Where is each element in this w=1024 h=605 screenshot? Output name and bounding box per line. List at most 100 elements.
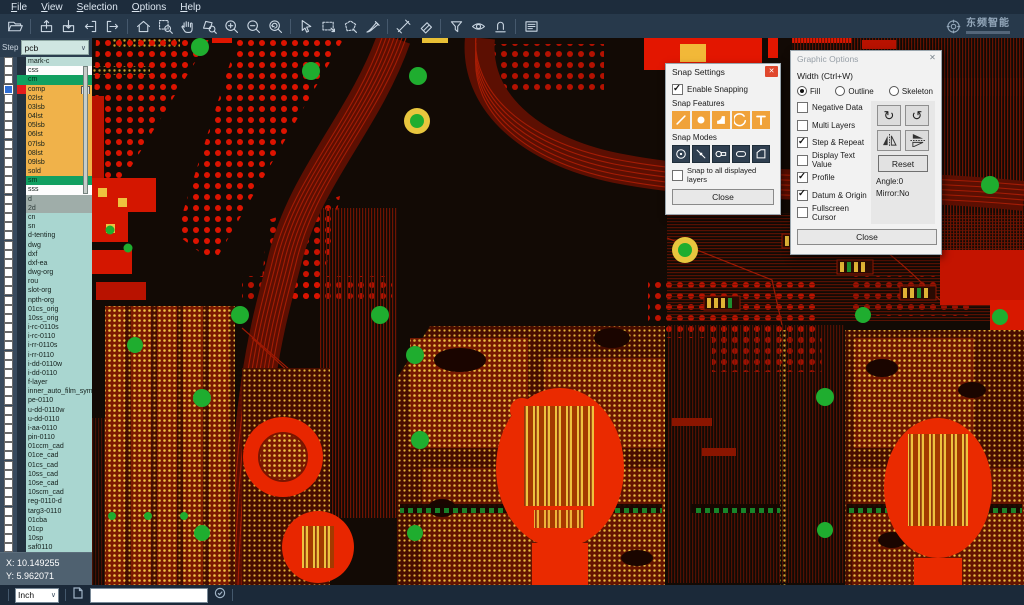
layer-row[interactable]: i-rc-0110: [0, 332, 92, 341]
layer-row[interactable]: 01cs_cad: [0, 461, 92, 470]
layer-row[interactable]: reg-0110-d: [0, 497, 92, 506]
layer-visibility-checkbox[interactable]: [0, 222, 17, 231]
layer-row[interactable]: i-dd-0110: [0, 369, 92, 378]
layer-visibility-checkbox[interactable]: [0, 479, 17, 488]
layer-visibility-checkbox[interactable]: [0, 158, 17, 167]
select-button[interactable]: [295, 16, 317, 36]
layer-visibility-checkbox[interactable]: [0, 378, 17, 387]
layer-visibility-checkbox[interactable]: [0, 286, 17, 295]
step-select[interactable]: pcb ∨: [21, 40, 89, 55]
layer-row[interactable]: targ3-0110: [0, 506, 92, 515]
menu-item[interactable]: Help: [173, 1, 208, 14]
layer-visibility-checkbox[interactable]: [0, 415, 17, 424]
snap-dialog-titlebar[interactable]: Snap Settings ✕: [666, 64, 780, 79]
zoom-in-button[interactable]: [220, 16, 242, 36]
layer-visibility-checkbox[interactable]: [0, 213, 17, 222]
layer-row[interactable]: npth-org: [0, 295, 92, 304]
reset-button[interactable]: Reset: [878, 155, 928, 172]
highlight-button[interactable]: [467, 16, 489, 36]
units-select[interactable]: Inch ∨: [15, 588, 59, 603]
layer-visibility-checkbox[interactable]: [0, 231, 17, 240]
close-icon[interactable]: ✕: [765, 66, 778, 77]
layer-visibility-checkbox[interactable]: [0, 259, 17, 268]
snap-all-layers-checkbox[interactable]: [672, 170, 683, 181]
zoom-previous-button[interactable]: [264, 16, 286, 36]
menu-item[interactable]: Options: [125, 1, 173, 14]
layer-visibility-checkbox[interactable]: [0, 121, 17, 130]
home-button[interactable]: [132, 16, 154, 36]
radio-option[interactable]: Fill: [797, 86, 820, 96]
measure-button[interactable]: [392, 16, 414, 36]
layer-row[interactable]: slot-org: [0, 286, 92, 295]
layer-row[interactable]: sss: [0, 185, 92, 194]
layer-visibility-checkbox[interactable]: [0, 516, 17, 525]
layer-row[interactable]: 09lsb: [0, 158, 92, 167]
radio-option[interactable]: Skeleton: [889, 86, 933, 96]
snap-close-button[interactable]: Close: [672, 189, 774, 205]
layer-visibility-checkbox[interactable]: [0, 140, 17, 149]
layer-visibility-checkbox[interactable]: [0, 360, 17, 369]
layer-visibility-checkbox[interactable]: [0, 57, 17, 66]
layer-visibility-checkbox[interactable]: [0, 534, 17, 543]
layer-row[interactable]: 07lsb: [0, 140, 92, 149]
layer-visibility-checkbox[interactable]: [0, 433, 17, 442]
layer-visibility-checkbox[interactable]: [0, 406, 17, 415]
layer-visibility-checkbox[interactable]: [0, 130, 17, 139]
layer-row[interactable]: i-aa-0110: [0, 424, 92, 433]
checkbox[interactable]: [797, 155, 808, 166]
enable-snapping-checkbox[interactable]: [672, 84, 683, 95]
slot-mode-button[interactable]: [732, 145, 750, 163]
layer-visibility-checkbox[interactable]: [0, 332, 17, 341]
layer-visibility-checkbox[interactable]: [0, 341, 17, 350]
layer-row[interactable]: i-dd-0110w: [0, 360, 92, 369]
layer-row[interactable]: 02lst: [0, 94, 92, 103]
layer-visibility-checkbox[interactable]: [0, 195, 17, 204]
layer-row[interactable]: 01cp: [0, 525, 92, 534]
layer-row[interactable]: f-layer: [0, 378, 92, 387]
layer-row[interactable]: 10scm_cad: [0, 488, 92, 497]
layer-visibility-checkbox[interactable]: [0, 94, 17, 103]
import-button[interactable]: [79, 16, 101, 36]
layer-row[interactable]: 04lst: [0, 112, 92, 121]
layer-row[interactable]: 01cs_orig: [0, 305, 92, 314]
layer-row[interactable]: 03lsb: [0, 103, 92, 112]
rotate-cw-button[interactable]: ↻: [877, 105, 901, 126]
layer-visibility-checkbox[interactable]: [0, 488, 17, 497]
layer-row[interactable]: 06lst: [0, 130, 92, 139]
layer-visibility-checkbox[interactable]: [0, 103, 17, 112]
layer-row[interactable]: 2d: [0, 204, 92, 213]
layer-visibility-checkbox[interactable]: [0, 442, 17, 451]
layer-visibility-checkbox[interactable]: [0, 176, 17, 185]
layer-row[interactable]: sold: [0, 167, 92, 176]
layer-visibility-checkbox[interactable]: [0, 396, 17, 405]
checkbox[interactable]: [797, 102, 808, 113]
layer-row[interactable]: comp: [0, 85, 92, 94]
checkbox[interactable]: [797, 120, 808, 131]
layer-row[interactable]: 01cba: [0, 516, 92, 525]
new-page-button[interactable]: [72, 586, 84, 604]
layer-visibility-checkbox[interactable]: [0, 112, 17, 121]
layer-row[interactable]: i-rr-0110: [0, 351, 92, 360]
layer-visibility-checkbox[interactable]: [0, 295, 17, 304]
layer-row[interactable]: i-rc-0110s: [0, 323, 92, 332]
layer-row[interactable]: 10se_cad: [0, 479, 92, 488]
layer-visibility-checkbox[interactable]: [0, 451, 17, 460]
layer-visibility-checkbox[interactable]: [0, 75, 17, 84]
layer-row[interactable]: 08lst: [0, 149, 92, 158]
graphic-option-row[interactable]: Step & Repeat: [797, 136, 867, 149]
layer-visibility-checkbox[interactable]: [0, 461, 17, 470]
save-up-button[interactable]: [35, 16, 57, 36]
properties-panel-button[interactable]: [520, 16, 542, 36]
layer-visibility-checkbox[interactable]: [0, 149, 17, 158]
layer-visibility-checkbox[interactable]: [0, 525, 17, 534]
layer-visibility-checkbox[interactable]: [0, 185, 17, 194]
layer-visibility-checkbox[interactable]: [0, 268, 17, 277]
layer-visibility-checkbox[interactable]: [0, 85, 17, 94]
layer-row[interactable]: dxf: [0, 250, 92, 259]
checkbox[interactable]: [797, 172, 808, 183]
save-down-button[interactable]: [57, 16, 79, 36]
menu-item[interactable]: File: [4, 1, 34, 14]
endpoint-mode-button[interactable]: [692, 145, 710, 163]
graphic-option-row[interactable]: Multi Layers: [797, 119, 867, 132]
center-mode-button[interactable]: [672, 145, 690, 163]
